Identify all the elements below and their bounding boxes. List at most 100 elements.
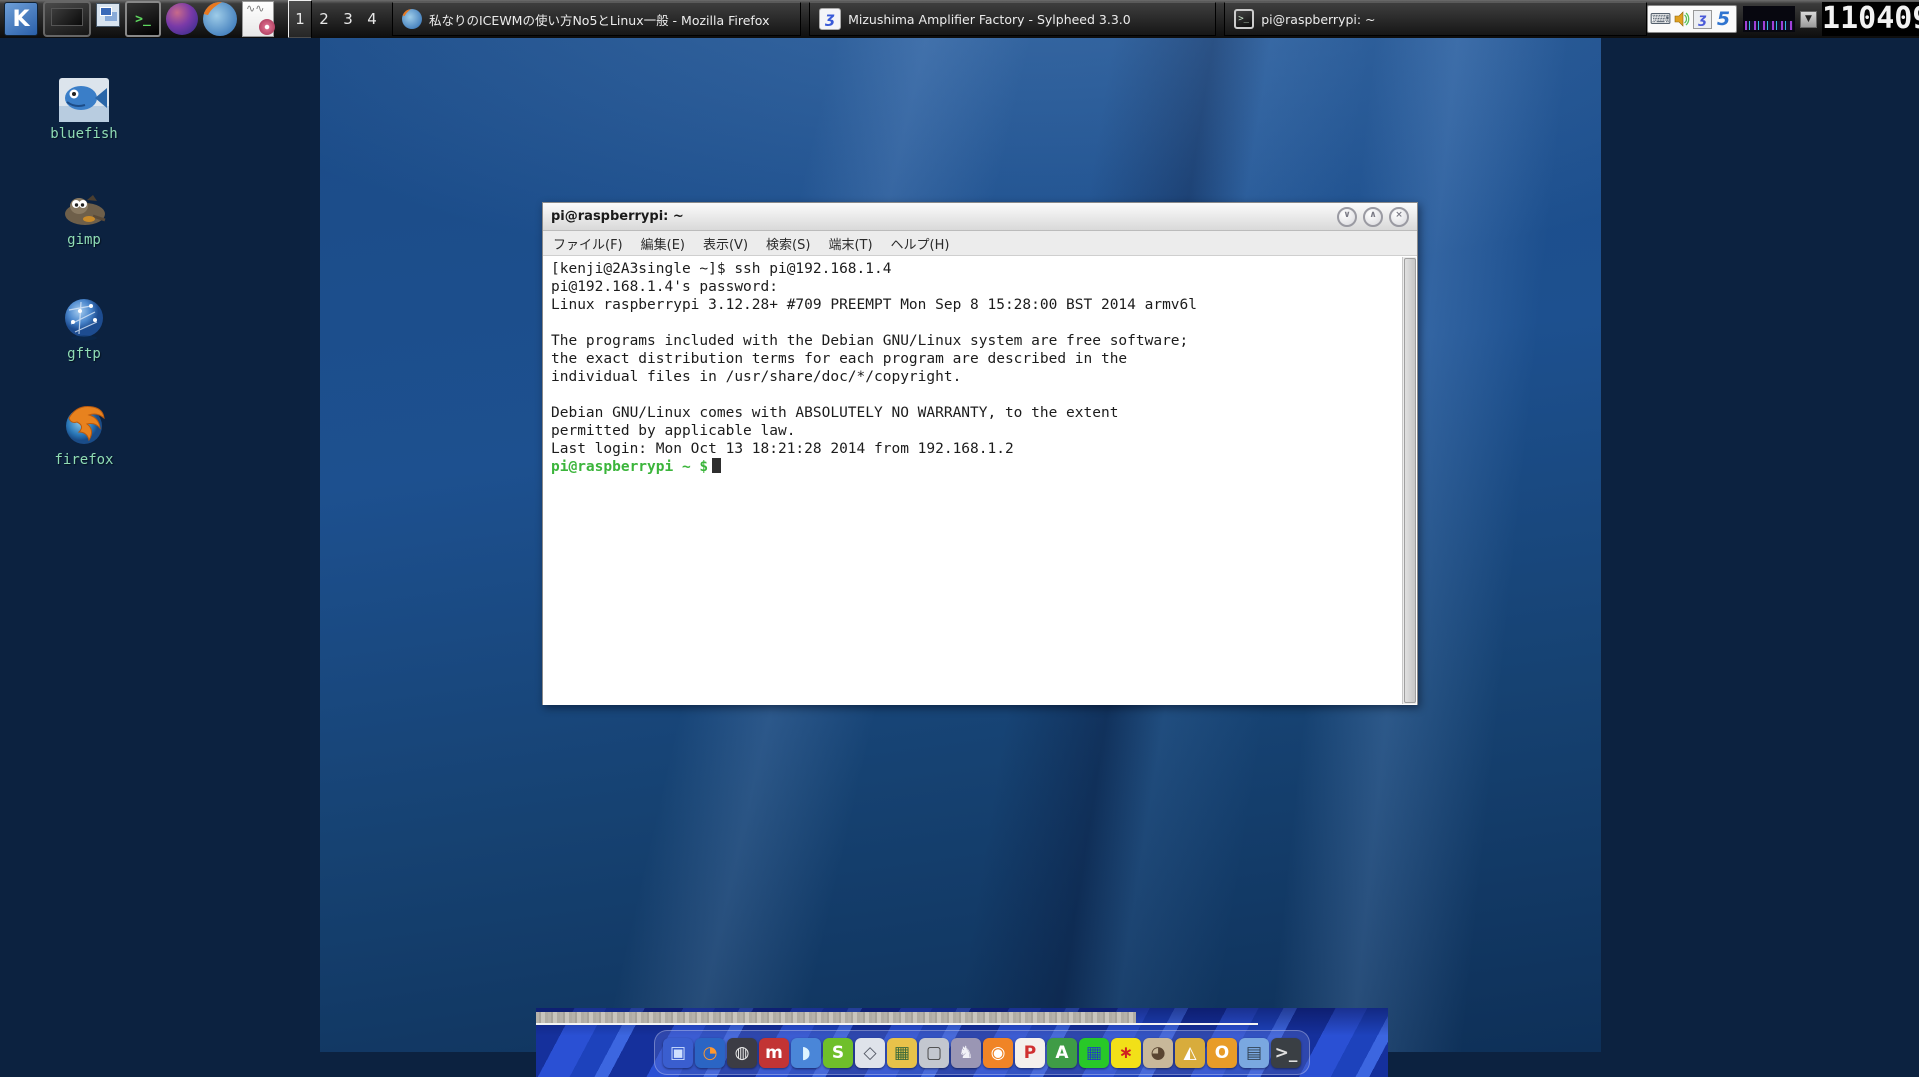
- gftp-icon: [61, 296, 107, 342]
- icon-label: firefox: [42, 452, 126, 468]
- menu-edit[interactable]: 編集(E): [641, 234, 685, 253]
- firefox-launcher-icon[interactable]: [203, 2, 237, 36]
- firefox-icon: [402, 9, 422, 29]
- gimp-icon[interactable]: ◕: [1143, 1038, 1173, 1068]
- task-label: Mizushima Amplifier Factory - Sylpheed 3…: [848, 12, 1131, 27]
- tray-dropdown-arrow[interactable]: ▼: [1800, 11, 1817, 28]
- workspace-2[interactable]: 2: [312, 0, 336, 38]
- workspace-4[interactable]: 4: [360, 0, 384, 38]
- menu-view[interactable]: 表示(V): [703, 234, 748, 253]
- vine-linux-icon[interactable]: 5: [1714, 10, 1733, 29]
- sylpheed-tray-icon[interactable]: ʒ: [1693, 10, 1712, 29]
- menu-search[interactable]: 検索(S): [766, 234, 810, 253]
- shade-button[interactable]: ∨: [1337, 207, 1357, 227]
- cpu-graph-bars: [1745, 21, 1793, 30]
- show-desktop-icon[interactable]: [43, 1, 91, 37]
- terminal-titlebar[interactable]: pi@raspberrypi: ~ ∨ ∧ ×: [543, 203, 1417, 231]
- mozilla-browser-icon[interactable]: [166, 3, 198, 35]
- video-editor-icon[interactable]: ▤: [1239, 1038, 1269, 1068]
- dock-launcher-icon[interactable]: ▣: [663, 1038, 693, 1068]
- media-player-icon[interactable]: ▦: [887, 1038, 917, 1068]
- terminal-line: the exact distribution terms for each pr…: [551, 350, 1397, 368]
- terminal-scrollbar[interactable]: [1402, 257, 1416, 704]
- bottom-window: ▣◔◍m◗S◇▦▢♞◉PA▦∗◕◭O▤>_: [536, 1008, 1388, 1077]
- quick-launch: K >_: [0, 1, 274, 37]
- kde-menu-icon[interactable]: K: [4, 2, 38, 36]
- terminal-window: pi@raspberrypi: ~ ∨ ∧ × ファイル(F) 編集(E) 表示…: [542, 202, 1418, 705]
- terminal-body[interactable]: [kenji@2A3single ~]$ ssh pi@192.168.1.4p…: [543, 256, 1417, 705]
- menu-help[interactable]: ヘルプ(H): [891, 234, 950, 253]
- volume-icon[interactable]: [1672, 10, 1691, 29]
- cpu-monitor[interactable]: [1743, 6, 1795, 32]
- pdf-reader-icon[interactable]: P: [1015, 1038, 1045, 1068]
- terminal-line: [kenji@2A3single ~]$ ssh pi@192.168.1.4: [551, 260, 1397, 278]
- desktop-icon-bluefish[interactable]: bluefish: [42, 78, 126, 142]
- sylpheed-task-button[interactable]: ʒ Mizushima Amplifier Factory - Sylpheed…: [809, 2, 1216, 36]
- terminal-icon[interactable]: >_: [1271, 1038, 1301, 1068]
- shell-prompt: pi@raspberrypi ~ $: [551, 459, 708, 475]
- terminal-task-button[interactable]: >_ pi@raspberrypi: ~: [1224, 2, 1647, 36]
- window-list-icon[interactable]: [96, 3, 120, 27]
- window-edge-line: [536, 1023, 1258, 1025]
- icon-label: bluefish: [42, 126, 126, 142]
- task-label: pi@raspberrypi: ~: [1261, 12, 1375, 27]
- maple-leaf-app-icon[interactable]: ∗: [1111, 1038, 1141, 1068]
- mplayer-icon[interactable]: m: [759, 1038, 789, 1068]
- icon-label: gftp: [42, 346, 126, 362]
- firefox-icon: [59, 400, 109, 448]
- window-title: pi@raspberrypi: ~: [551, 209, 684, 224]
- task-label: 私なりのICEWMの使い方No5とLinux一般 - Mozilla Firef…: [429, 10, 769, 29]
- scrollbar-thumb[interactable]: [1404, 258, 1416, 703]
- terminal-line: Debian GNU/Linux comes with ABSOLUTELY N…: [551, 404, 1397, 422]
- sylpheed-icon: ʒ: [819, 8, 841, 30]
- tray-panel: ⌨ ʒ 5: [1647, 5, 1737, 33]
- web-browser-globe-icon[interactable]: ◍: [727, 1038, 757, 1068]
- window-buttons: ∨ ∧ ×: [1337, 207, 1409, 227]
- close-button[interactable]: ×: [1389, 207, 1409, 227]
- icon-label: gimp: [42, 232, 126, 248]
- blender-icon[interactable]: ◉: [983, 1038, 1013, 1068]
- terminal-prompt-line: pi@raspberrypi ~ $: [551, 458, 1397, 476]
- skype-icon[interactable]: S: [823, 1038, 853, 1068]
- maximize-button[interactable]: ∧: [1363, 207, 1383, 227]
- chess-knight-icon[interactable]: ♞: [951, 1038, 981, 1068]
- paint-tool-icon[interactable]: ◭: [1175, 1038, 1205, 1068]
- terminal-line: individual files in /usr/share/doc/*/cop…: [551, 368, 1397, 386]
- taskbar-clock: 110409: [1822, 2, 1919, 36]
- audio-player-icon[interactable]: [242, 1, 274, 37]
- firefox-icon[interactable]: ◔: [695, 1038, 725, 1068]
- archive-manager-icon[interactable]: ▢: [919, 1038, 949, 1068]
- workspace-1[interactable]: 1: [288, 0, 312, 38]
- terminal-line: pi@192.168.1.4's password:: [551, 278, 1397, 296]
- terminal-output: [kenji@2A3single ~]$ ssh pi@192.168.1.4p…: [551, 260, 1397, 476]
- terminal-line: Last login: Mon Oct 13 18:21:28 2014 fro…: [551, 440, 1397, 458]
- menu-terminal[interactable]: 端末(T): [828, 234, 872, 253]
- workspace-3[interactable]: 3: [336, 0, 360, 38]
- shaded-window-bar[interactable]: [536, 1012, 1136, 1023]
- keyboard-layout-icon[interactable]: ⌨: [1651, 10, 1670, 29]
- desktop-icon-gimp[interactable]: gimp: [42, 192, 126, 248]
- firefox-task-button[interactable]: 私なりのICEWMの使い方No5とLinux一般 - Mozilla Firef…: [392, 2, 801, 36]
- desktop-icon-gftp[interactable]: gftp: [42, 296, 126, 362]
- workspace-switcher: 1 2 3 4: [288, 0, 384, 38]
- menu-file[interactable]: ファイル(F): [553, 234, 623, 253]
- terminal-line: Linux raspberrypi 3.12.28+ #709 PREEMPT …: [551, 296, 1397, 314]
- terminal-line: permitted by applicable law.: [551, 422, 1397, 440]
- gimp-icon: [59, 192, 109, 228]
- system-tray: ⌨ ʒ 5 ▼ 110409: [1647, 0, 1919, 38]
- terminal-launcher-icon[interactable]: >_: [125, 1, 161, 37]
- inkscape-icon[interactable]: ◇: [855, 1038, 885, 1068]
- terminal-icon: >_: [1234, 9, 1254, 29]
- circuit-editor-icon[interactable]: ▦: [1079, 1038, 1109, 1068]
- openoffice-icon[interactable]: O: [1207, 1038, 1237, 1068]
- terminal-line: The programs included with the Debian GN…: [551, 332, 1397, 350]
- abiword-icon[interactable]: A: [1047, 1038, 1077, 1068]
- desktop-screen: K >_ 1 2 3 4 私なりのICEWMの使い方No5とLinux一般 - …: [0, 0, 1919, 1077]
- taskbar: K >_ 1 2 3 4 私なりのICEWMの使い方No5とLinux一般 - …: [0, 0, 1919, 38]
- dock: ▣◔◍m◗S◇▦▢♞◉PA▦∗◕◭O▤>_: [654, 1030, 1310, 1075]
- terminal-line: [551, 386, 1397, 404]
- desktop-icon-firefox[interactable]: firefox: [42, 400, 126, 468]
- terminal-line: [551, 314, 1397, 332]
- terminal-cursor: [712, 458, 721, 473]
- bluefish-icon[interactable]: ◗: [791, 1038, 821, 1068]
